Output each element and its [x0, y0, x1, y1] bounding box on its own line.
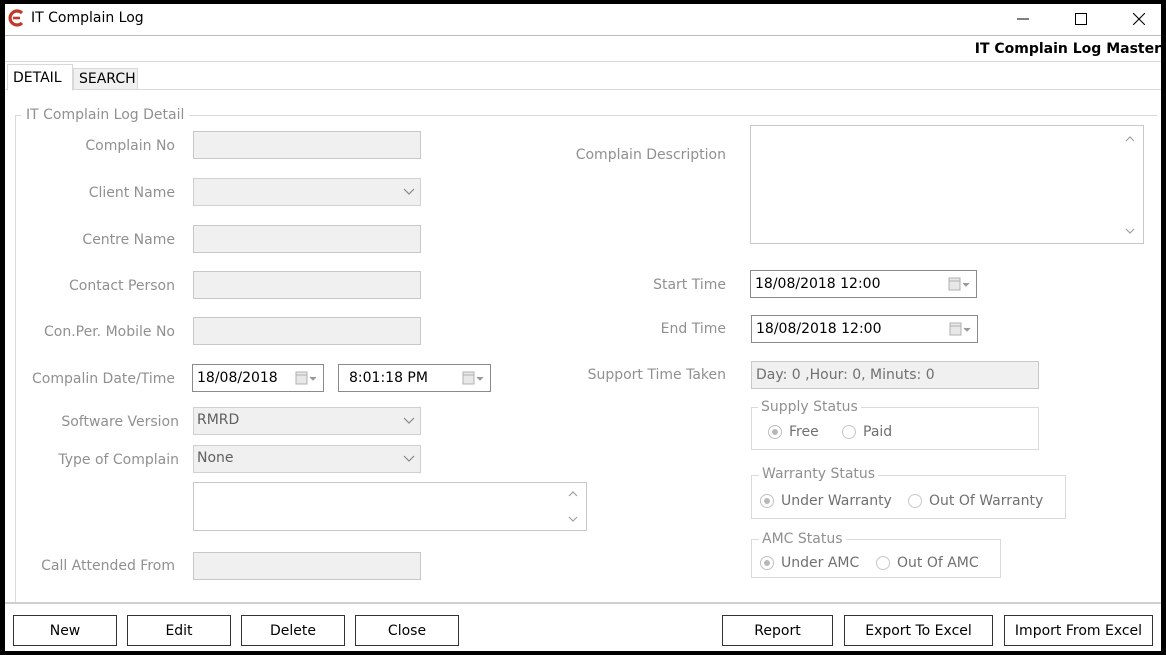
complain-time-picker[interactable]: 8:01:18 PM: [338, 364, 491, 392]
calendar-dropdown-icon: [295, 371, 317, 385]
client-name-label: Client Name: [88, 185, 175, 201]
end-time-picker[interactable]: 18/08/2018 12:00: [751, 315, 978, 343]
complain-date-value: 18/08/2018: [197, 370, 278, 386]
end-time-label: End Time: [660, 321, 726, 337]
type-of-complain-select[interactable]: None: [193, 445, 421, 473]
close-button[interactable]: Close: [355, 615, 459, 646]
radio-unchecked-icon: [908, 494, 922, 508]
centre-name-label: Centre Name: [82, 232, 175, 248]
maximize-button[interactable]: [1058, 4, 1104, 34]
complain-date-picker[interactable]: 18/08/2018: [192, 364, 324, 392]
type-of-complain-label: Type of Complain: [58, 452, 179, 468]
start-time-value: 18/08/2018 12:00: [755, 276, 881, 292]
supply-free-radio[interactable]: Free: [768, 424, 819, 440]
supply-paid-radio[interactable]: Paid: [842, 424, 892, 440]
centre-name-field[interactable]: [193, 225, 421, 253]
window-title: IT Complain Log: [31, 10, 144, 26]
radio-checked-icon: [760, 494, 774, 508]
call-attended-from-label: Call Attended From: [41, 558, 175, 574]
supply-free-label: Free: [789, 424, 819, 440]
chevron-down-icon: [403, 455, 415, 462]
complain-description-label: Complain Description: [575, 147, 726, 163]
supply-paid-label: Paid: [863, 424, 893, 440]
maximize-icon: [1075, 13, 1087, 25]
calendar-dropdown-icon: [948, 277, 970, 291]
mobile-no-field[interactable]: [193, 317, 421, 345]
scroll-up-icon[interactable]: [1124, 134, 1136, 144]
chevron-down-icon: [403, 188, 415, 195]
tab-detail[interactable]: DETAIL: [7, 64, 73, 91]
minimize-button[interactable]: [1000, 4, 1046, 34]
under-warranty-radio[interactable]: Under Warranty: [760, 493, 892, 509]
contact-person-field[interactable]: [193, 271, 421, 299]
out-of-amc-label: Out Of AMC: [897, 555, 979, 571]
close-window-button[interactable]: [1116, 4, 1161, 34]
master-title: IT Complain Log Master: [974, 41, 1161, 57]
delete-button[interactable]: Delete: [241, 615, 345, 646]
under-amc-label: Under AMC: [781, 555, 860, 571]
out-of-warranty-label: Out Of Warranty: [929, 493, 1044, 509]
header-band: IT Complain Log Master: [5, 35, 1161, 62]
support-time-value: Day: 0 ,Hour: 0, Minuts: 0: [751, 361, 1039, 389]
chevron-down-icon: [403, 417, 415, 424]
app-logo-icon: [8, 9, 24, 27]
warranty-status-legend: Warranty Status: [759, 466, 879, 482]
complain-notes-textarea[interactable]: [193, 482, 587, 531]
under-warranty-label: Under Warranty: [781, 493, 892, 509]
radio-checked-icon: [768, 425, 782, 439]
close-icon: [1133, 13, 1145, 25]
radio-checked-icon: [760, 556, 774, 570]
complain-no-label: Complain No: [85, 138, 175, 154]
software-version-select[interactable]: RMRD: [193, 407, 421, 435]
contact-person-label: Contact Person: [69, 278, 175, 294]
complain-time-value: 8:01:18 PM: [349, 370, 428, 386]
radio-unchecked-icon: [876, 556, 890, 570]
scroll-down-icon[interactable]: [1124, 226, 1136, 236]
start-time-label: Start Time: [653, 277, 726, 293]
detail-panel: IT Complain Log Detail Complain No Clien…: [5, 91, 1161, 602]
scroll-down-icon[interactable]: [567, 514, 579, 524]
software-version-value: RMRD: [197, 412, 240, 428]
start-time-picker[interactable]: 18/08/2018 12:00: [750, 270, 977, 298]
button-bar: New Edit Delete Close Report Export To E…: [5, 602, 1161, 651]
edit-button[interactable]: Edit: [127, 615, 231, 646]
radio-unchecked-icon: [842, 425, 856, 439]
software-version-label: Software Version: [61, 414, 179, 430]
tab-strip: DETAIL SEARCH: [5, 64, 1161, 91]
type-of-complain-value: None: [197, 450, 234, 466]
mobile-no-label: Con.Per. Mobile No: [43, 324, 175, 340]
new-button[interactable]: New: [13, 615, 117, 646]
calendar-dropdown-icon: [949, 322, 971, 336]
calendar-dropdown-icon: [462, 371, 484, 385]
export-to-excel-button[interactable]: Export To Excel: [844, 615, 993, 646]
import-from-excel-button[interactable]: Import From Excel: [1004, 615, 1153, 646]
supply-status-legend: Supply Status: [758, 399, 861, 415]
call-attended-from-field[interactable]: [193, 552, 421, 580]
app-window: IT Complain Log IT Complain Log Master D…: [5, 4, 1161, 651]
minimize-icon: [1017, 18, 1029, 20]
client-name-select[interactable]: [193, 178, 421, 206]
group-legend: IT Complain Log Detail: [21, 107, 190, 123]
tab-search[interactable]: SEARCH: [73, 68, 138, 90]
amc-status-legend: AMC Status: [759, 531, 846, 547]
out-of-amc-radio[interactable]: Out Of AMC: [876, 555, 979, 571]
complain-no-field[interactable]: [193, 131, 421, 159]
title-bar: IT Complain Log: [5, 4, 1161, 34]
support-time-label: Support Time Taken: [587, 367, 726, 383]
out-of-warranty-radio[interactable]: Out Of Warranty: [908, 493, 1043, 509]
report-button[interactable]: Report: [722, 615, 833, 646]
end-time-value: 18/08/2018 12:00: [756, 321, 882, 337]
scroll-up-icon[interactable]: [567, 489, 579, 499]
complain-description-textarea[interactable]: [750, 125, 1144, 244]
complain-datetime-label: Compalin Date/Time: [32, 371, 175, 387]
under-amc-radio[interactable]: Under AMC: [760, 555, 859, 571]
